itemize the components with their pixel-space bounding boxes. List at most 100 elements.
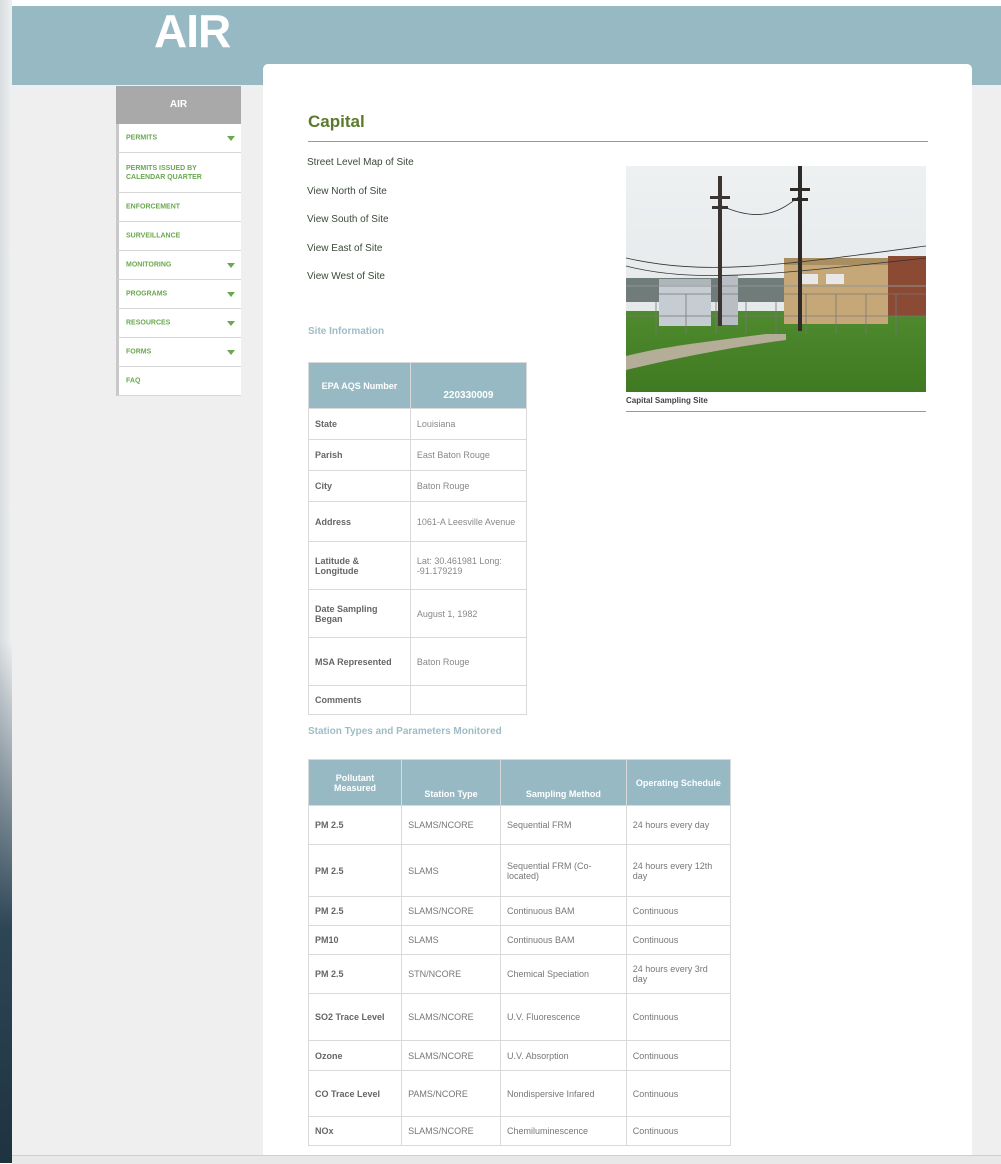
table-row: NOx SLAMS/NCORE Chemiluminescence Contin… [307, 1116, 732, 1146]
table-row: PM 2.5 SLAMS/NCORE Continuous BAM Contin… [307, 896, 732, 926]
table-row: City Baton Rouge [308, 470, 528, 502]
header-title: AIR [154, 5, 231, 57]
cell-schedule: Continuous [625, 1116, 732, 1146]
photo-caption: Capital Sampling Site [626, 396, 708, 405]
cell-schedule: 24 hours every 3rd day [625, 954, 732, 994]
caption-divider [626, 411, 926, 412]
row-label: State [308, 408, 411, 440]
cell-sampling-method: Sequential FRM [499, 805, 627, 845]
sidebar-item-programs[interactable]: PROGRAMS [116, 280, 241, 309]
row-value: Baton Rouge [409, 470, 528, 502]
table-row: Latitude & Longitude Lat: 30.461981 Long… [308, 541, 528, 590]
row-value [409, 685, 528, 715]
cell-pollutant: PM10 [307, 925, 403, 955]
table-row: State Louisiana [308, 408, 528, 440]
link-street-map[interactable]: Street Level Map of Site [307, 157, 414, 186]
sidebar-item-resources[interactable]: RESOURCES [116, 309, 241, 338]
cell-sampling-method: U.V. Absorption [499, 1040, 627, 1071]
sidebar-item-enforcement[interactable]: ENFORCEMENT [116, 193, 241, 222]
row-value: Baton Rouge [409, 637, 528, 686]
cell-schedule: 24 hours every 12th day [625, 844, 732, 897]
chevron-down-icon[interactable] [227, 263, 235, 268]
cell-schedule: Continuous [625, 925, 732, 955]
cell-schedule: Continuous [625, 1070, 732, 1117]
sidebar-item-label: RESOURCES [126, 319, 171, 327]
cell-station-type: SLAMS/NCORE [401, 993, 501, 1041]
link-view-south[interactable]: View South of Site [307, 214, 414, 243]
table-header: Pollutant Measured [307, 759, 403, 806]
link-view-west[interactable]: View West of Site [307, 271, 414, 300]
sidebar-item-label: PERMITS [126, 134, 158, 142]
table-row: PM 2.5 SLAMS/NCORE Sequential FRM 24 hou… [307, 805, 732, 845]
cell-pollutant: CO Trace Level [307, 1070, 403, 1117]
table-row: Ozone SLAMS/NCORE U.V. Absorption Contin… [307, 1040, 732, 1071]
cell-sampling-method: Chemiluminescence [499, 1116, 627, 1146]
cell-pollutant: SO2 Trace Level [307, 993, 403, 1041]
sidebar-item-permits[interactable]: PERMITS [116, 124, 241, 153]
cell-pollutant: NOx [307, 1116, 403, 1146]
cell-station-type: SLAMS/NCORE [401, 1040, 501, 1071]
page-title: Capital [308, 112, 365, 131]
site-photo [626, 166, 926, 392]
cell-station-type: STN/NCORE [401, 954, 501, 994]
cell-station-type: SLAMS [401, 844, 501, 897]
cell-sampling-method: Sequential FRM (Co-located) [499, 844, 627, 897]
station-heading: Station Types and Parameters Monitored [308, 726, 502, 737]
table-row: Date Sampling Began August 1, 1982 [308, 589, 528, 638]
row-label: Latitude & Longitude [308, 541, 411, 590]
table-row: PM 2.5 STN/NCORE Chemical Speciation 24 … [307, 954, 732, 994]
table-row: PM 2.5 SLAMS Sequential FRM (Co-located)… [307, 844, 732, 897]
chevron-down-icon[interactable] [227, 292, 235, 297]
cell-schedule: Continuous [625, 1040, 732, 1071]
cell-station-type: SLAMS/NCORE [401, 896, 501, 926]
sidebar-item-surveillance[interactable]: SURVEILLANCE [116, 222, 241, 251]
link-view-north[interactable]: View North of Site [307, 186, 414, 215]
left-edge-dark [0, 640, 12, 1163]
cell-pollutant: PM 2.5 [307, 954, 403, 994]
row-label: City [308, 470, 411, 502]
sidebar-item-monitoring[interactable]: MONITORING [116, 251, 241, 280]
row-value: August 1, 1982 [409, 589, 528, 638]
chevron-down-icon[interactable] [227, 350, 235, 355]
cell-schedule: Continuous [625, 993, 732, 1041]
table-row: SO2 Trace Level SLAMS/NCORE U.V. Fluores… [307, 993, 732, 1041]
cell-schedule: Continuous [625, 896, 732, 926]
table-row: PM10 SLAMS Continuous BAM Continuous [307, 925, 732, 955]
row-label: Address [308, 501, 411, 542]
sidebar-item-permits-issued[interactable]: PERMITS ISSUED BY CALENDAR QUARTER [116, 153, 241, 193]
cell-station-type: SLAMS/NCORE [401, 805, 501, 845]
sidebar-item-label: PROGRAMS [126, 290, 168, 298]
cell-station-type: SLAMS [401, 925, 501, 955]
sidebar-item-forms[interactable]: FORMS [116, 338, 241, 367]
row-label: MSA Represented [308, 637, 411, 686]
chevron-down-icon[interactable] [227, 136, 235, 141]
cell-schedule: 24 hours every day [625, 805, 732, 845]
cell-pollutant: PM 2.5 [307, 805, 403, 845]
cell-sampling-method: U.V. Fluorescence [499, 993, 627, 1041]
table-header: 220330009 [409, 362, 528, 409]
row-value: 1061-A Leesville Avenue [409, 501, 528, 542]
left-edge-shadow [0, 0, 12, 1163]
row-label: Date Sampling Began [308, 589, 411, 638]
cell-sampling-method: Nondispersive Infared [499, 1070, 627, 1117]
table-header: EPA AQS Number [308, 362, 411, 409]
row-value: Lat: 30.461981 Long: -91.179219 [409, 541, 528, 590]
sidebar: AIR PERMITS PERMITS ISSUED BY CALENDAR Q… [116, 86, 241, 396]
row-label: Comments [308, 685, 411, 715]
table-row: Address 1061-A Leesville Avenue [308, 501, 528, 542]
cell-pollutant: PM 2.5 [307, 844, 403, 897]
chevron-down-icon[interactable] [227, 321, 235, 326]
cell-pollutant: PM 2.5 [307, 896, 403, 926]
sidebar-item-faq[interactable]: FAQ [116, 367, 241, 396]
sidebar-item-label: MONITORING [126, 261, 172, 269]
cell-sampling-method: Continuous BAM [499, 896, 627, 926]
sidebar-item-label: SURVEILLANCE [126, 232, 181, 240]
title-divider [308, 141, 928, 142]
table-row: Parish East Baton Rouge [308, 439, 528, 471]
sidebar-item-label: FORMS [126, 348, 152, 356]
main-content: Capital Street Level Map of Site View No… [263, 64, 972, 1163]
sidebar-item-label: FAQ [126, 377, 141, 385]
table-row: Comments [308, 685, 528, 715]
link-view-east[interactable]: View East of Site [307, 243, 414, 272]
cell-sampling-method: Chemical Speciation [499, 954, 627, 994]
